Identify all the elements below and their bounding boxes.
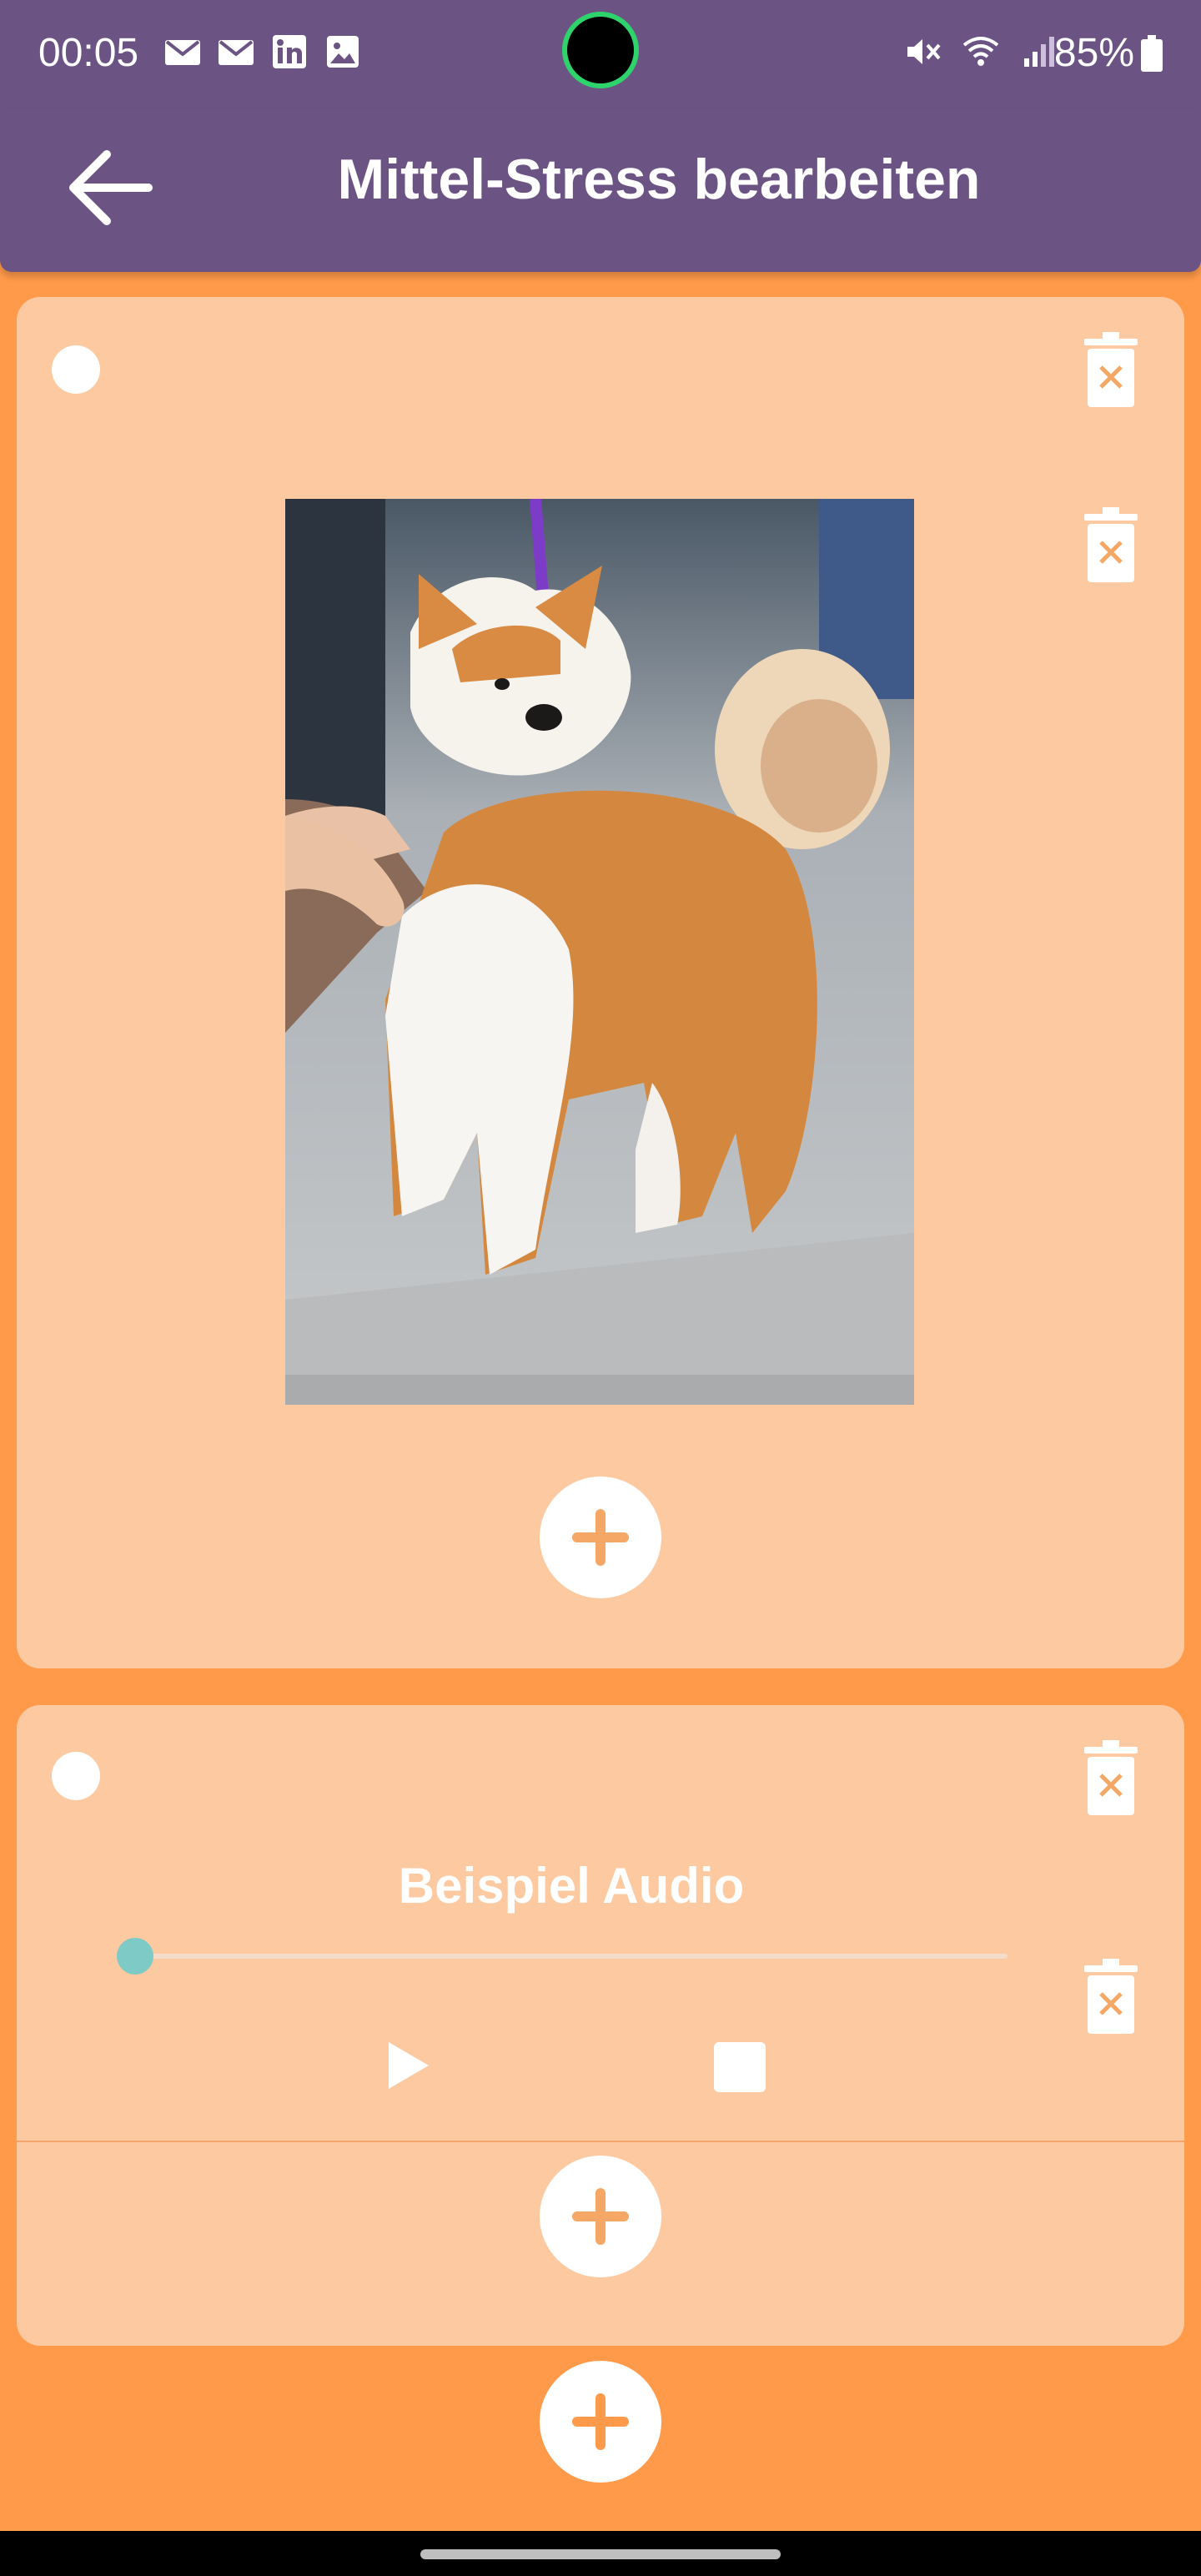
plus-icon — [572, 1509, 629, 1566]
select-radio[interactable] — [52, 1752, 100, 1800]
home-gesture-handle[interactable] — [420, 2549, 781, 2559]
stop-button[interactable] — [714, 2042, 766, 2092]
battery-icon — [1141, 35, 1163, 72]
select-radio[interactable] — [52, 345, 100, 394]
battery-percentage: 85% — [1053, 31, 1134, 75]
add-card-button[interactable] — [540, 2361, 661, 2483]
divider — [17, 2141, 1184, 2142]
audio-progress-thumb[interactable] — [117, 1938, 153, 1975]
page-title: Mittel-Stress bearbeiten — [337, 148, 981, 211]
status-time: 00:05 — [38, 31, 139, 75]
audio-progress-track[interactable] — [135, 1954, 1008, 1959]
mail-icon — [165, 40, 200, 65]
plus-icon — [572, 2393, 629, 2450]
camera-cutout — [567, 17, 634, 83]
delete-card-button[interactable] — [1081, 1738, 1141, 1819]
system-icons — [902, 33, 1059, 70]
dog-photo — [285, 499, 914, 1405]
gallery-icon — [327, 36, 359, 68]
mail-icon — [219, 40, 254, 65]
play-button[interactable] — [384, 2040, 434, 2090]
add-item-button[interactable] — [540, 1477, 661, 1598]
dog-image — [285, 499, 914, 1405]
signal-icon — [1024, 37, 1054, 67]
wifi-icon — [962, 37, 999, 66]
delete-card-button[interactable] — [1081, 330, 1141, 410]
add-item-button[interactable] — [540, 2156, 661, 2277]
status-bar: 00:05 85% — [0, 0, 1201, 108]
plus-icon — [572, 2188, 629, 2245]
mute-icon — [907, 39, 941, 64]
delete-image-button[interactable] — [1081, 506, 1141, 586]
notification-icons — [163, 35, 362, 68]
audio-title: Beispiel Audio — [398, 1858, 745, 1914]
linkedin-icon — [273, 35, 306, 68]
app-bar: Mittel-Stress bearbeiten — [0, 108, 1201, 272]
delete-audio-button[interactable] — [1081, 1957, 1141, 2037]
